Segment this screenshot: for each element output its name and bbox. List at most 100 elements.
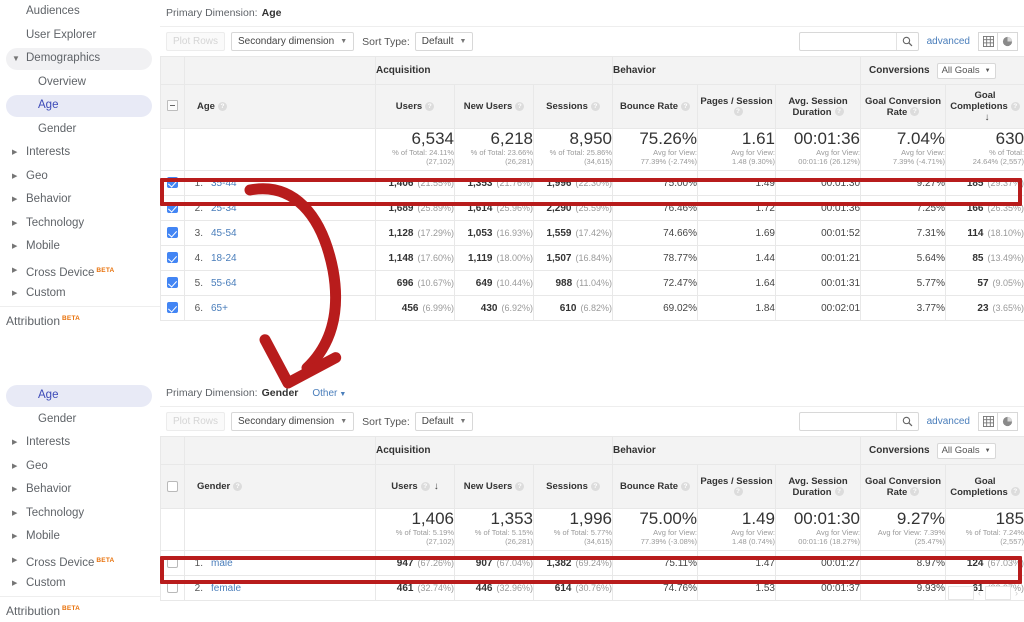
table-row[interactable]: 1. 35-44 1,406 (21.55%) 1,353 (21.76%) 1,996 (2… bbox=[160, 170, 1024, 196]
caret-right-icon[interactable]: ▶ bbox=[12, 572, 17, 596]
pie-chart-view-icon[interactable] bbox=[998, 32, 1018, 51]
row-checkbox[interactable] bbox=[167, 177, 178, 189]
caret-right-icon[interactable]: ▶ bbox=[12, 188, 17, 212]
sidebar-item-cross-device[interactable]: ▶ Cross Device BETA bbox=[0, 259, 160, 283]
column-header-pages-session[interactable]: Pages / Session? bbox=[697, 464, 776, 509]
column-header-goal-completions[interactable]: Goal Completions ? ↓ bbox=[945, 84, 1024, 129]
row-checkbox[interactable] bbox=[167, 582, 178, 594]
collapse-icon[interactable] bbox=[167, 99, 178, 111]
sidebar-item-overview[interactable]: Overview bbox=[0, 71, 160, 95]
caret-right-icon[interactable]: ▶ bbox=[12, 259, 17, 283]
sidebar-item-audiences[interactable]: Audiences bbox=[0, 0, 160, 24]
pie-chart-view-icon[interactable] bbox=[998, 412, 1018, 431]
caret-right-icon[interactable]: ▶ bbox=[12, 282, 17, 306]
pagination-prev-icon[interactable]: ‹ bbox=[978, 588, 981, 598]
row-checkbox-cell[interactable] bbox=[160, 195, 185, 221]
table-row[interactable]: 2. 25-34 1,689 (25.89%) 1,614 (25.96%) 2,290 (2… bbox=[160, 195, 1024, 221]
goals-select[interactable]: All Goals ▼ bbox=[936, 62, 996, 79]
table-view-icon[interactable] bbox=[978, 412, 998, 431]
row-dimension-link[interactable]: 25-34 bbox=[211, 203, 237, 214]
column-header-sessions[interactable]: Sessions? bbox=[533, 84, 613, 129]
sidebar-item-behavior[interactable]: ▶ Behavior bbox=[0, 188, 160, 212]
sidebar-item-mobile[interactable]: ▶ Mobile bbox=[0, 235, 160, 259]
help-icon[interactable]: ? bbox=[233, 481, 243, 491]
goals-select[interactable]: All Goals ▼ bbox=[936, 442, 996, 459]
sidebar-item-technology[interactable]: ▶ Technology bbox=[0, 212, 160, 236]
help-icon[interactable]: ? bbox=[1010, 101, 1020, 111]
sidebar-item-attribution[interactable]: Attribution BETA bbox=[0, 305, 160, 330]
table-row[interactable]: 5. 55-64 696 (10.67%) 649 (10.44%) 988 (11.04%)… bbox=[160, 270, 1024, 296]
help-icon[interactable]: ? bbox=[515, 101, 525, 111]
column-header-bounce-rate[interactable]: Bounce Rate? bbox=[612, 84, 698, 129]
column-header-avg-session-duration[interactable]: Avg. Session Duration? bbox=[774, 464, 862, 509]
sidebar-item-interests[interactable]: ▶ Interests bbox=[0, 141, 160, 165]
sort-descending-icon[interactable]: ↓ bbox=[434, 481, 439, 492]
caret-right-icon[interactable]: ▶ bbox=[12, 431, 17, 455]
advanced-link[interactable]: advanced bbox=[927, 416, 970, 427]
column-header-users[interactable]: Users? ↓ bbox=[375, 464, 455, 509]
help-icon[interactable]: ? bbox=[681, 481, 691, 491]
table-row[interactable]: 3. 45-54 1,128 (17.29%) 1,053 (16.93%) 1,559 (1… bbox=[160, 220, 1024, 246]
column-header-new-users[interactable]: New Users? bbox=[454, 464, 534, 509]
sidebar-item-cross-device[interactable]: ▶ Cross Device BETA bbox=[0, 549, 160, 573]
column-header-sessions[interactable]: Sessions? bbox=[533, 464, 613, 509]
help-icon[interactable]: ? bbox=[420, 481, 430, 491]
help-icon[interactable]: ? bbox=[834, 107, 844, 117]
row-checkbox-cell[interactable] bbox=[160, 550, 185, 576]
row-dimension-link[interactable]: 35-44 bbox=[211, 178, 237, 189]
advanced-link[interactable]: advanced bbox=[927, 36, 970, 47]
row-checkbox-cell[interactable] bbox=[160, 245, 185, 271]
caret-right-icon[interactable]: ▶ bbox=[12, 141, 17, 165]
caret-right-icon[interactable]: ▶ bbox=[12, 455, 17, 479]
caret-down-icon[interactable]: ▼ bbox=[12, 47, 20, 71]
row-checkbox-cell[interactable] bbox=[160, 575, 185, 601]
sidebar-item-geo[interactable]: ▶ Geo bbox=[0, 455, 160, 479]
column-header-goal-conversion-rate[interactable]: Goal Conversion Rate? bbox=[860, 464, 947, 509]
row-checkbox[interactable] bbox=[167, 227, 178, 239]
table-row[interactable]: 6. 65+ 456 (6.99%) 430 (6.92%) 610 (6.82%) 69.02… bbox=[160, 295, 1024, 321]
row-checkbox[interactable] bbox=[167, 202, 178, 214]
sidebar-item-age[interactable]: Age bbox=[0, 384, 160, 408]
sidebar-item-age[interactable]: Age bbox=[0, 94, 160, 118]
row-checkbox[interactable] bbox=[167, 557, 178, 569]
help-icon[interactable]: ? bbox=[590, 481, 600, 491]
other-dimension-link[interactable]: Other ▼ bbox=[312, 388, 346, 399]
rows-per-page-select[interactable] bbox=[948, 586, 974, 600]
plot-rows-button[interactable]: Plot Rows bbox=[166, 32, 226, 51]
caret-right-icon[interactable]: ▶ bbox=[12, 502, 17, 526]
help-icon[interactable]: ? bbox=[733, 107, 743, 117]
sidebar-item-geo[interactable]: ▶ Geo bbox=[0, 165, 160, 189]
help-icon[interactable]: ? bbox=[910, 107, 920, 117]
sidebar-item-interests[interactable]: ▶ Interests bbox=[0, 431, 160, 455]
help-icon[interactable]: ? bbox=[515, 481, 525, 491]
row-checkbox-cell[interactable] bbox=[160, 295, 185, 321]
row-checkbox-cell[interactable] bbox=[160, 270, 185, 296]
row-dimension-link[interactable]: 45-54 bbox=[211, 228, 237, 239]
column-header-avg-session-duration[interactable]: Avg. Session Duration? bbox=[774, 84, 862, 129]
row-dimension-link[interactable]: 55-64 bbox=[211, 278, 237, 289]
pagination-next-icon[interactable]: › bbox=[1015, 588, 1018, 598]
sidebar-item-custom[interactable]: ▶ Custom bbox=[0, 282, 160, 306]
search-icon[interactable] bbox=[895, 413, 918, 430]
sort-type-dropdown[interactable]: Default ▼ bbox=[414, 412, 474, 431]
search-box[interactable] bbox=[798, 32, 919, 52]
caret-right-icon[interactable]: ▶ bbox=[12, 165, 17, 189]
row-checkbox[interactable] bbox=[167, 252, 178, 264]
row-checkbox[interactable] bbox=[167, 277, 178, 289]
caret-right-icon[interactable]: ▶ bbox=[12, 212, 17, 236]
column-header-users[interactable]: Users? bbox=[375, 84, 455, 129]
sidebar-item-technology[interactable]: ▶ Technology bbox=[0, 502, 160, 526]
help-icon[interactable]: ? bbox=[681, 101, 691, 111]
search-input[interactable] bbox=[799, 415, 896, 432]
search-icon[interactable] bbox=[895, 33, 918, 50]
help-icon[interactable]: ? bbox=[217, 101, 227, 111]
primary-dimension-value[interactable]: Gender bbox=[262, 387, 299, 399]
caret-right-icon[interactable]: ▶ bbox=[12, 549, 17, 573]
sort-descending-icon[interactable]: ↓ bbox=[985, 112, 990, 123]
sidebar-item-mobile[interactable]: ▶ Mobile bbox=[0, 525, 160, 549]
secondary-dimension-dropdown[interactable]: Secondary dimension ▼ bbox=[231, 412, 355, 431]
plot-rows-button[interactable]: Plot Rows bbox=[166, 412, 226, 431]
table-row[interactable]: 4. 18-24 1,148 (17.60%) 1,119 (18.00%) 1,507 (1… bbox=[160, 245, 1024, 271]
caret-right-icon[interactable]: ▶ bbox=[12, 478, 17, 502]
column-header-new-users[interactable]: New Users? bbox=[454, 84, 534, 129]
